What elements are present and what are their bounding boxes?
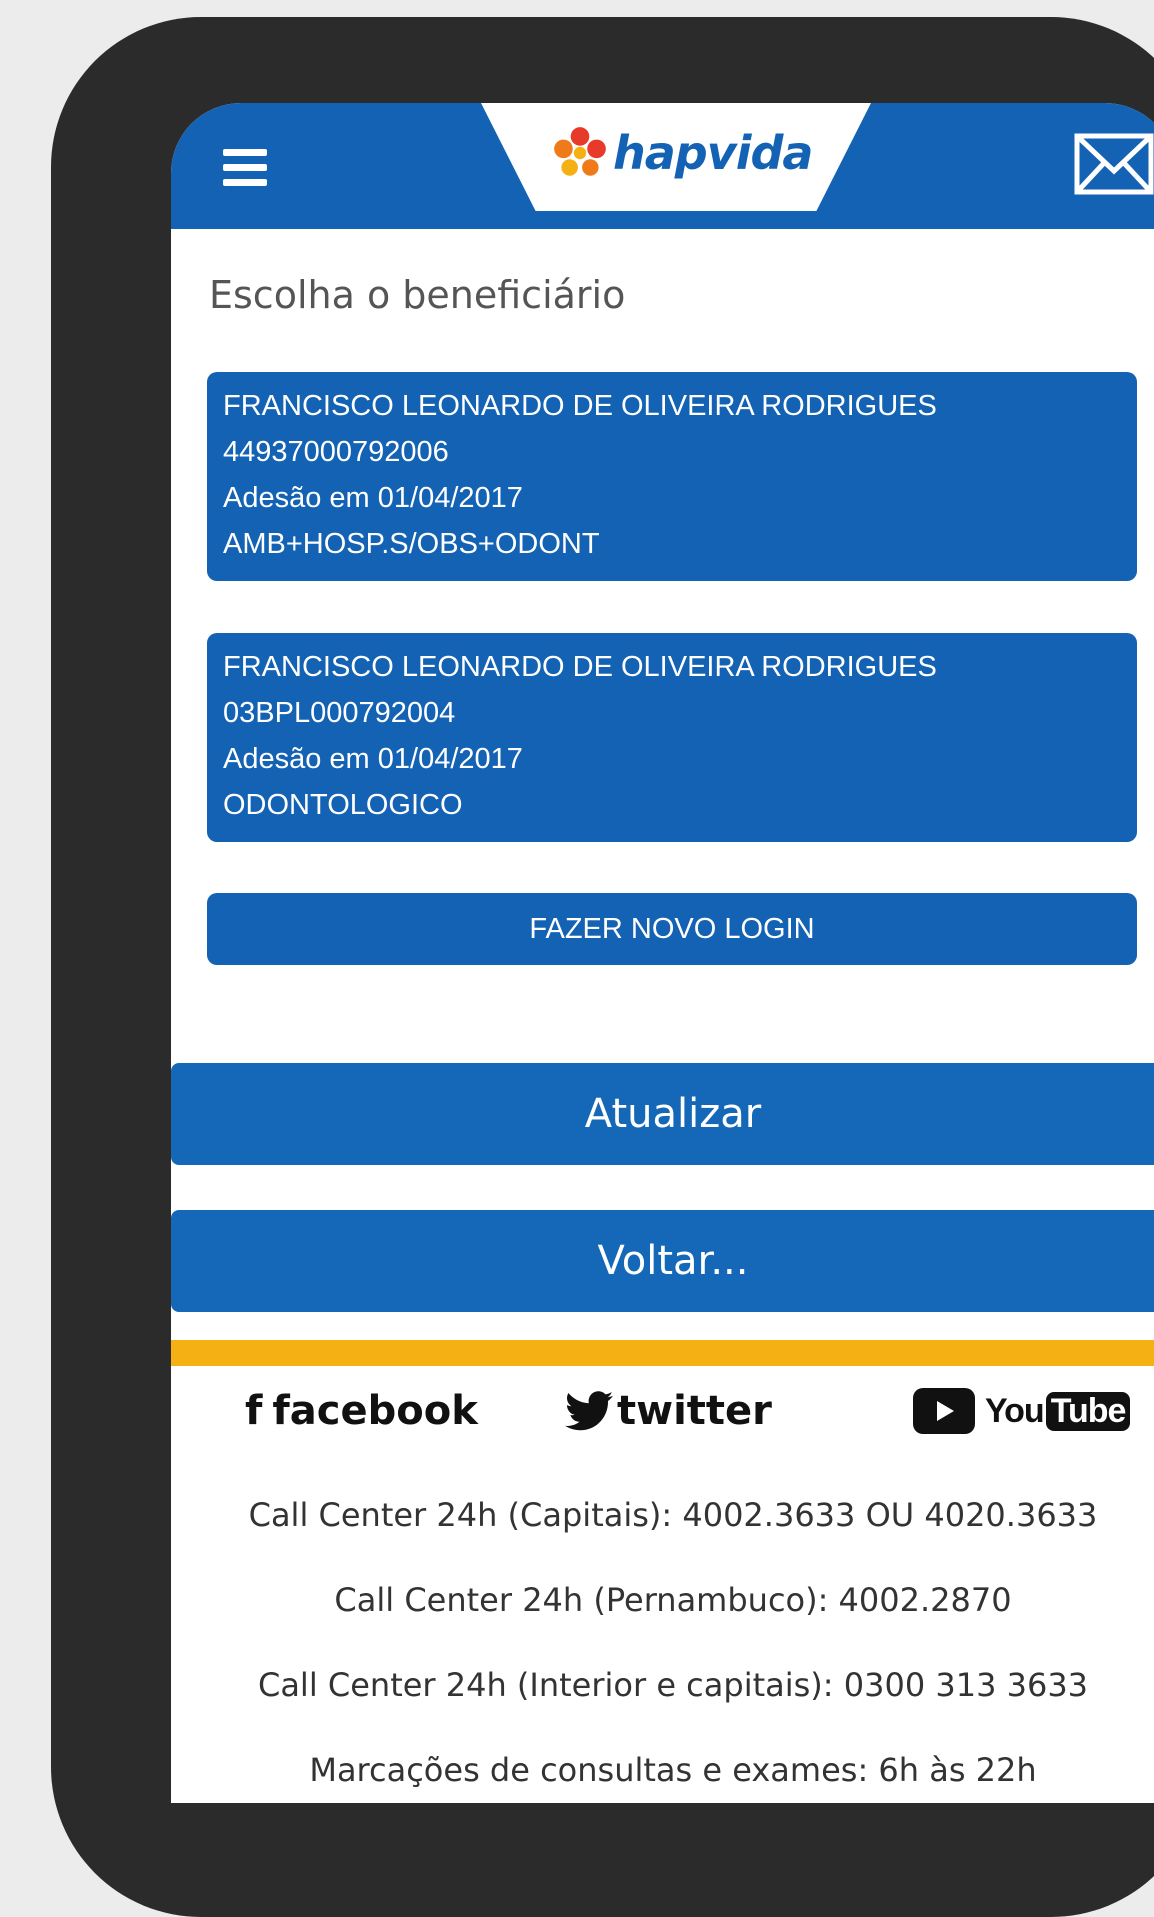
beneficiary-plan: AMB+HOSP.S/OBS+ODONT xyxy=(223,528,600,560)
mail-icon[interactable] xyxy=(1074,133,1154,195)
contact-line: Marcações de consultas e exames: 6h às 2… xyxy=(309,1751,1037,1789)
phone-frame: hapvida Escolha o beneficiário FRANCISCO… xyxy=(51,17,1154,1917)
contact-line: Call Center 24h (Capitais): 4002.3633 OU… xyxy=(248,1496,1098,1534)
beneficiary-name: FRANCISCO LEONARDO DE OLIVEIRA RODRIGUES xyxy=(223,651,937,683)
beneficiary-name: FRANCISCO LEONARDO DE OLIVEIRA RODRIGUES xyxy=(223,390,937,422)
app-header: hapvida xyxy=(171,103,1154,229)
twitter-link[interactable]: twitter xyxy=(565,1381,772,1441)
logo-text: hapvida xyxy=(613,126,813,180)
beneficiary-adhesion: Adesão em 01/04/2017 xyxy=(223,743,523,775)
twitter-label: twitter xyxy=(617,1388,772,1434)
app-screen: hapvida Escolha o beneficiário FRANCISCO… xyxy=(171,103,1154,1803)
beneficiary-plan: ODONTOLOGICO xyxy=(223,789,463,821)
contact-line: Call Center 24h (Pernambuco): 4002.2870 xyxy=(334,1581,1012,1619)
facebook-f-icon: f xyxy=(245,1388,263,1434)
youtube-label-you: You xyxy=(985,1391,1045,1430)
facebook-link[interactable]: f facebook xyxy=(245,1381,478,1441)
beneficiary-card-number: 03BPL000792004 xyxy=(223,697,456,729)
back-button[interactable]: Voltar... xyxy=(171,1210,1154,1312)
contact-line: Call Center 24h (Interior e capitais): 0… xyxy=(257,1666,1089,1704)
brand-logo: hapvida xyxy=(549,123,813,183)
new-login-button[interactable]: FAZER NOVO LOGIN xyxy=(207,893,1137,965)
youtube-link[interactable]: You Tube xyxy=(913,1381,1131,1441)
facebook-label: facebook xyxy=(272,1388,478,1434)
update-button[interactable]: Atualizar xyxy=(171,1063,1154,1165)
beneficiary-card[interactable]: FRANCISCO LEONARDO DE OLIVEIRA RODRIGUES… xyxy=(207,633,1137,842)
youtube-label-tube: Tube xyxy=(1045,1391,1131,1431)
youtube-play-icon xyxy=(913,1388,975,1434)
beneficiary-card[interactable]: FRANCISCO LEONARDO DE OLIVEIRA RODRIGUES… xyxy=(207,372,1137,581)
twitter-bird-icon xyxy=(565,1391,613,1431)
hamburger-menu-icon[interactable] xyxy=(223,149,267,189)
footer-divider xyxy=(171,1340,1154,1366)
page-subtitle: Escolha o beneficiário xyxy=(209,273,626,317)
beneficiary-adhesion: Adesão em 01/04/2017 xyxy=(223,482,523,514)
beneficiary-card-number: 44937000792006 xyxy=(223,436,449,468)
flower-logo-icon xyxy=(554,127,606,176)
